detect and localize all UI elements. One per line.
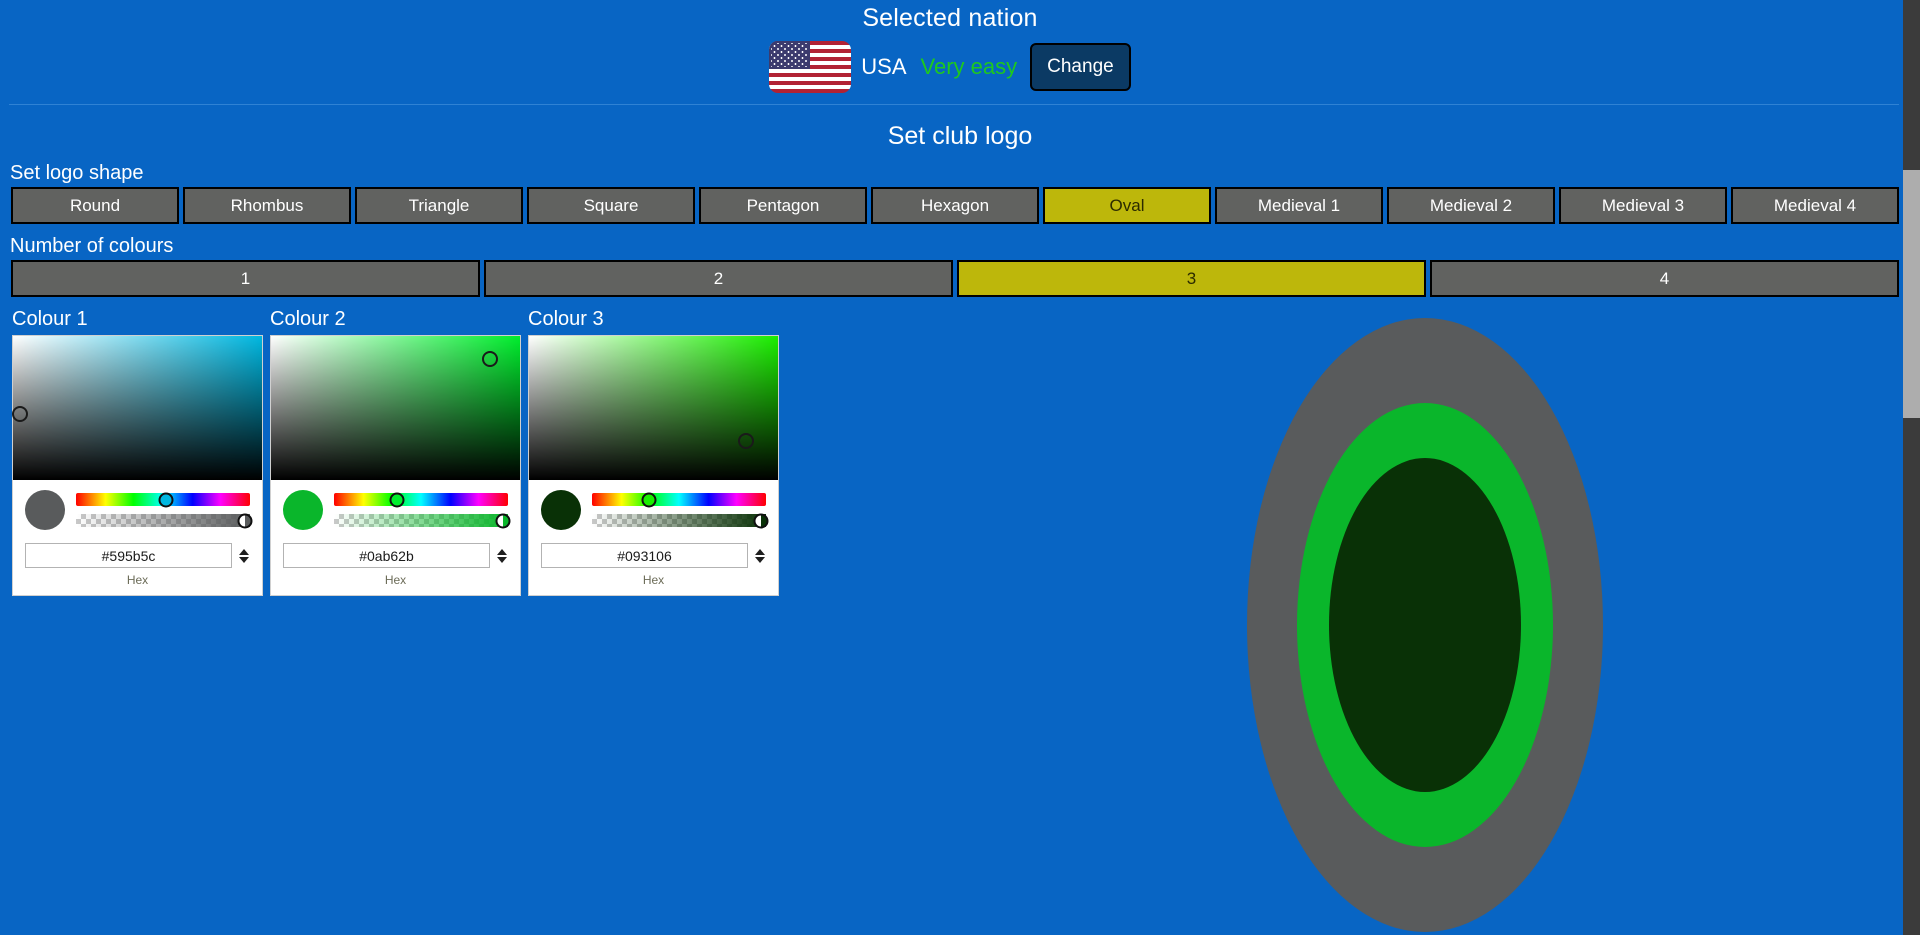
stepper-down-icon[interactable] [239,556,249,563]
set-club-logo-title: Set club logo [887,122,1033,150]
colour-3-hex-stepper[interactable] [754,548,766,563]
colour-count-button-2[interactable]: 2 [484,260,953,297]
saturation-handle-2[interactable] [482,351,499,368]
colour-picker-2[interactable]: Hex [270,335,521,596]
stepper-down-icon[interactable] [755,556,765,563]
hue-slider-2[interactable] [334,492,508,507]
colour-picker-block-1: Colour 1 #595b5c Hex [12,307,263,596]
colour-picker-1[interactable]: Hex [12,335,263,596]
shape-button-oval[interactable]: Oval [1043,187,1211,224]
shape-button-hexagon[interactable]: Hexagon [871,187,1039,224]
colour-count-button-3[interactable]: 3 [957,260,1426,297]
logo-ring-inner [1329,458,1521,792]
colour-1-hex-caption: Hex [126,573,149,587]
header-divider [9,104,1899,105]
shape-button-triangle[interactable]: Triangle [355,187,523,224]
colour-count-button-4[interactable]: 4 [1430,260,1899,297]
change-nation-button[interactable]: Change [1030,43,1131,91]
colour-3-swatch [541,490,581,530]
colour-3-hex-input[interactable] [541,543,748,568]
shape-button-medieval-3[interactable]: Medieval 3 [1559,187,1727,224]
usa-flag-icon [769,41,852,93]
colour-pickers: Colour 1 #595b5c Hex Colour 2 #0ab62b He… [12,307,1920,596]
saturation-handle-3[interactable] [737,433,754,450]
colour-2-hex-input[interactable] [283,543,490,568]
saturation-area-1[interactable] [12,336,262,480]
selected-nation-row: USA Very easy Change [0,38,1900,96]
stepper-down-icon[interactable] [497,556,507,563]
nation-name: USA [861,54,907,79]
saturation-handle-1[interactable] [12,405,29,422]
colour-1-hex-stepper[interactable] [238,548,250,563]
vertical-scrollbar-track[interactable] [1903,0,1920,935]
app-root: Selected nation USA Very easy Change Set… [0,0,1920,935]
stepper-up-icon[interactable] [497,548,507,555]
alpha-slider-1[interactable] [76,513,253,528]
shape-button-medieval-2[interactable]: Medieval 2 [1387,187,1555,224]
colour-1-swatch [25,490,65,530]
colour-2-hex-caption: Hex [384,573,407,587]
vertical-scrollbar-thumb[interactable] [1903,170,1920,418]
number-of-colours-label: Number of colours [10,235,174,257]
shape-button-medieval-1[interactable]: Medieval 1 [1215,187,1383,224]
alpha-slider-handle-2[interactable] [495,513,511,528]
number-of-colours-button-row: 1 2 3 4 [11,260,1899,297]
shape-button-pentagon[interactable]: Pentagon [699,187,867,224]
hue-slider-handle-2[interactable] [389,492,405,507]
shape-button-rhombus[interactable]: Rhombus [183,187,351,224]
selected-nation-section: Selected nation USA Very easy Change [0,0,1900,96]
nation-difficulty: Very easy [920,54,1018,79]
colour-1-label: Colour 1 [12,308,88,330]
saturation-area-2[interactable] [271,336,520,480]
logo-preview [1247,318,1603,932]
saturation-area-3[interactable] [529,336,778,480]
colour-3-label: Colour 3 [528,308,604,330]
colour-2-label: Colour 2 [270,308,346,330]
set-logo-shape-label: Set logo shape [10,162,144,184]
alpha-slider-2[interactable] [334,513,511,528]
stepper-up-icon[interactable] [755,548,765,555]
colour-3-hex-caption: Hex [642,573,665,587]
colour-2-hex-stepper[interactable] [496,548,508,563]
shape-button-round[interactable]: Round [11,187,179,224]
colour-picker-3[interactable]: Hex [528,335,779,596]
hue-slider-handle-3[interactable] [641,492,657,507]
colour-1-hex-input[interactable] [25,543,232,568]
stepper-up-icon[interactable] [239,548,249,555]
hue-slider-handle-1[interactable] [158,492,174,507]
hue-slider-1[interactable] [76,492,250,507]
selected-nation-title: Selected nation [862,4,1038,32]
shape-button-medieval-4[interactable]: Medieval 4 [1731,187,1899,224]
logo-shape-button-row: Round Rhombus Triangle Square Pentagon H… [11,187,1899,224]
hue-slider-3[interactable] [592,492,766,507]
alpha-slider-3[interactable] [592,513,769,528]
alpha-slider-handle-3[interactable] [753,513,769,528]
shape-button-square[interactable]: Square [527,187,695,224]
colour-count-button-1[interactable]: 1 [11,260,480,297]
colour-picker-block-2: Colour 2 #0ab62b Hex [270,307,521,596]
colour-picker-block-3: Colour 3 #093106 Hex [528,307,779,596]
colour-2-swatch [283,490,323,530]
alpha-slider-handle-1[interactable] [237,513,253,528]
